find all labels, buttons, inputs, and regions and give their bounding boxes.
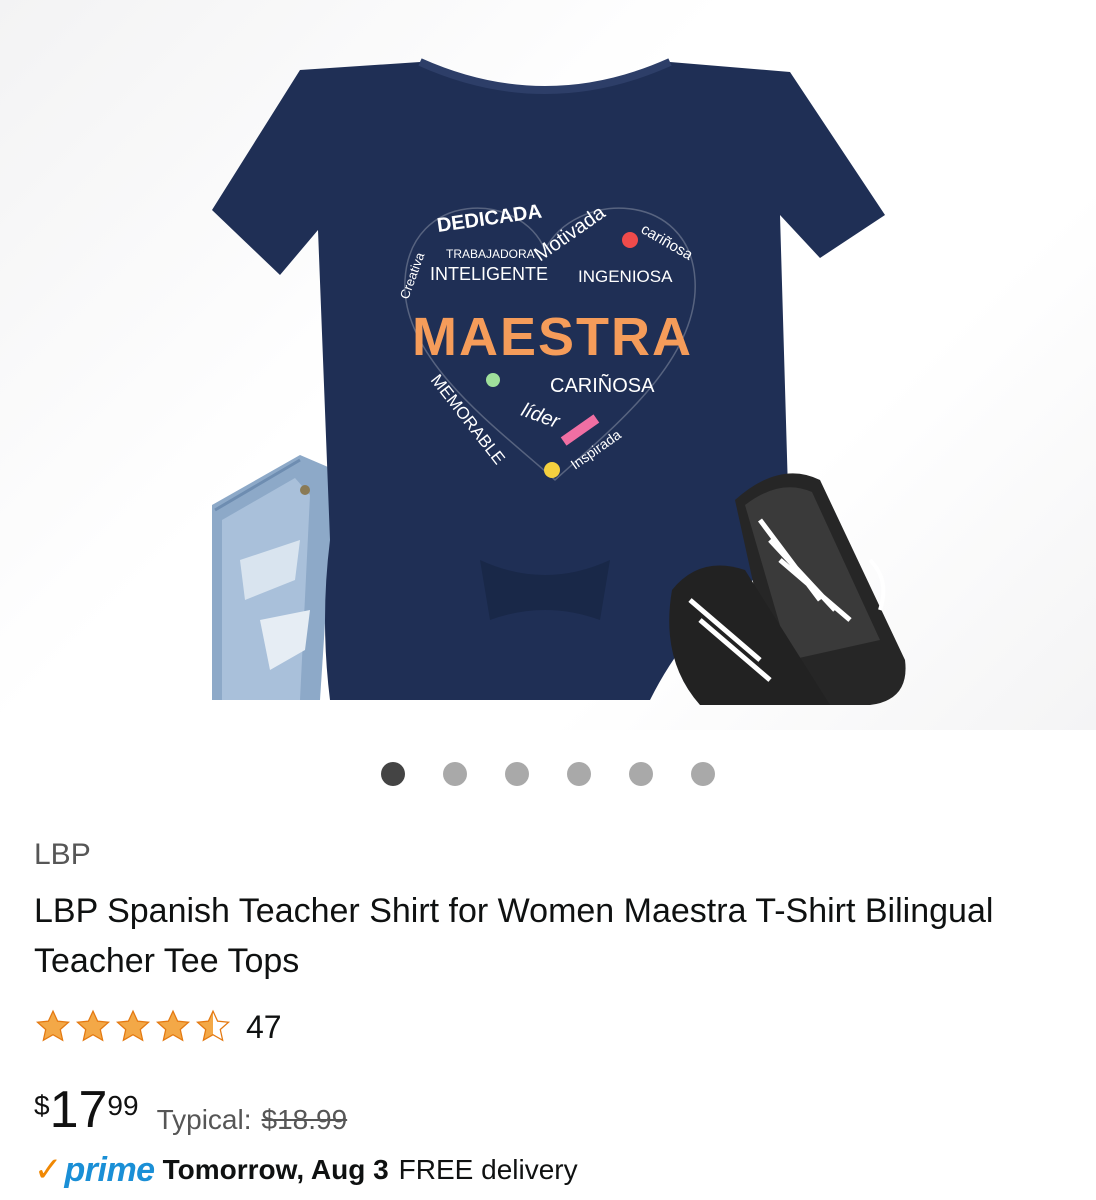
product-photo: DEDICADA Creativa TRABAJADORA INTELIGENT… [212,58,906,705]
typical-price-label: Typical: [156,1104,252,1135]
carousel-dot-5[interactable] [629,762,653,786]
carousel-dot-3[interactable] [505,762,529,786]
price-block: $ 17 99 Typical: $18.99 [34,1082,347,1138]
star-half-icon [195,1009,231,1042]
star-full-icon [75,1009,111,1042]
price-whole: 17 [49,1081,108,1139]
star-rating [34,1008,232,1046]
delivery-date: Tomorrow, Aug 3 [162,1154,389,1185]
carousel-dot-4[interactable] [567,762,591,786]
prime-logo: ✓ prime [34,1150,155,1190]
delivery-note: FREE delivery [398,1154,578,1185]
jeans-illustration [212,455,335,700]
shirt-word-maestra: MAESTRA [412,307,693,367]
price-fraction: 99 [107,1090,139,1121]
shirt-word-inteligente: INTELIGENTE [430,264,548,284]
price-symbol: $ [34,1090,50,1121]
carousel-dot-2[interactable] [443,762,467,786]
typical-price: $18.99 [261,1104,348,1135]
product-title[interactable]: LBP Spanish Teacher Shirt for Women Maes… [34,886,1054,986]
star-full-icon [115,1009,151,1042]
image-carousel-dots [0,762,1096,786]
star-full-icon [35,1009,71,1042]
rating-count[interactable]: 47 [246,1009,282,1046]
brand-link[interactable]: LBP [34,838,91,872]
delivery-info: ✓ prime Tomorrow, Aug 3 FREE delivery [34,1150,578,1190]
shirt-word-carinosa: CARIÑOSA [550,373,655,397]
carousel-dot-1[interactable] [381,762,405,786]
rating-summary[interactable]: 47 [34,1008,282,1046]
prime-label: prime [64,1150,156,1189]
product-image[interactable]: DEDICADA Creativa TRABAJADORA INTELIGENT… [0,0,1096,730]
star-full-icon [155,1009,191,1042]
prime-check-icon: ✓ [34,1151,63,1189]
shirt-word-trabajadora: TRABAJADORA [446,247,535,261]
carousel-dot-6[interactable] [691,762,715,786]
shirt-word-ingeniosa: INGENIOSA [578,267,673,286]
